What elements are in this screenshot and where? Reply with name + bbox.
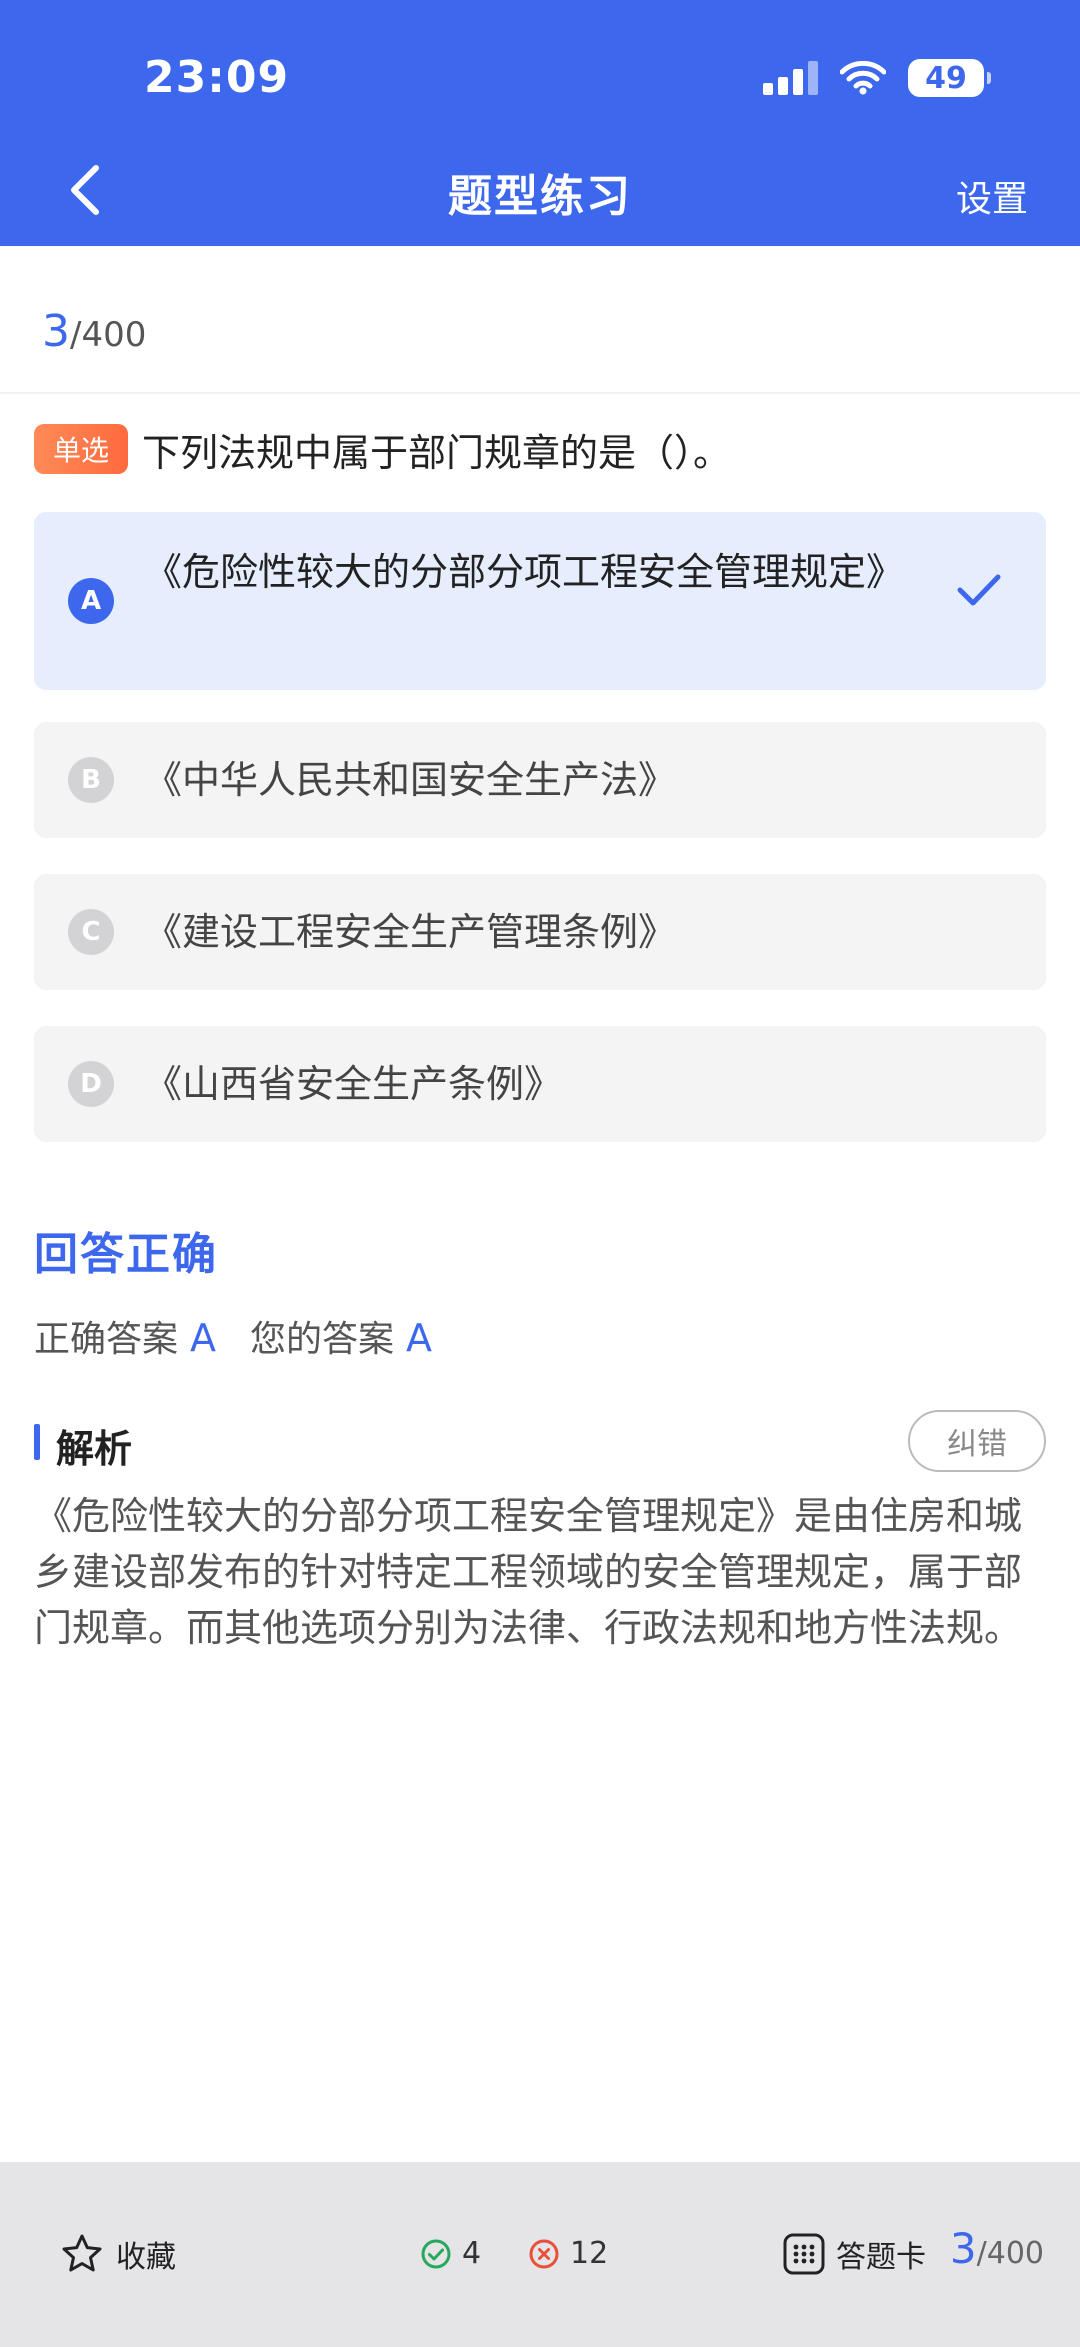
- analysis-accent-bar: [34, 1424, 40, 1460]
- page: 23:09 49 题型练习 设置 3/400 单选 下列法规中属于部门规章的是（…: [0, 0, 1080, 2347]
- option-c[interactable]: C 《建设工程安全生产管理条例》: [34, 874, 1046, 990]
- your-answer-value: A: [406, 1316, 433, 1360]
- bottom-progress-current: 3: [949, 2224, 977, 2273]
- option-text: 《建设工程安全生产管理条例》: [144, 910, 677, 954]
- bottom-progress: 3/400: [950, 2224, 1044, 2273]
- progress-total: /400: [70, 315, 147, 355]
- option-letter: D: [68, 1061, 114, 1107]
- divider: [0, 392, 1080, 394]
- battery-icon: 49: [908, 59, 991, 97]
- check-circle-icon: [421, 2239, 451, 2268]
- option-d[interactable]: D 《山西省安全生产条例》: [34, 1026, 1046, 1142]
- option-a[interactable]: A 《危险性较大的分部分项工程安全管理规定》: [34, 512, 1046, 690]
- status-time: 23:09: [144, 52, 290, 103]
- wrong-count-value: 12: [570, 2236, 609, 2271]
- question-type-badge: 单选: [34, 424, 128, 474]
- analysis-title: 解析: [56, 1427, 133, 1471]
- correct-answer-value: A: [190, 1316, 217, 1360]
- settings-button[interactable]: 设置: [956, 170, 1028, 222]
- analysis-text: 《危险性较大的分部分项工程安全管理规定》是由住房和城乡建设部发布的针对特定工程领…: [34, 1494, 1023, 1650]
- bottom-progress-total: /400: [976, 2236, 1044, 2271]
- correct-count-value: 4: [462, 2236, 482, 2271]
- option-text: 《中华人民共和国安全生产法》: [144, 758, 677, 802]
- favorite-label: 收藏: [116, 2240, 176, 2275]
- option-text: 《山西省安全生产条例》: [144, 1062, 563, 1106]
- star-icon: [62, 2234, 102, 2272]
- your-answer-label: 您的答案: [250, 1319, 395, 1360]
- wrong-count: 12: [528, 2236, 608, 2271]
- page-title: 题型练习: [448, 171, 632, 222]
- option-text: 《危险性较大的分部分项工程安全管理规定》: [144, 550, 905, 594]
- wifi-icon: [840, 61, 886, 95]
- x-circle-icon: [529, 2239, 559, 2268]
- progress-current: 3: [42, 306, 70, 357]
- question-text: 下列法规中属于部门规章的是（）。: [142, 431, 732, 475]
- correct-count: 4: [420, 2236, 481, 2271]
- signal-icon: [763, 61, 818, 95]
- favorite-button[interactable]: 收藏: [60, 2232, 176, 2276]
- grid-icon: [783, 2233, 825, 2275]
- result-title: 回答正确: [34, 1229, 218, 1280]
- header: 23:09 49 题型练习 设置: [0, 0, 1080, 246]
- option-letter: C: [68, 909, 114, 955]
- check-icon: [957, 574, 1001, 606]
- bottom-bar: 收藏 4 12 答题卡 3/400: [0, 2162, 1080, 2347]
- option-letter: A: [68, 578, 114, 624]
- answer-card-button[interactable]: 答题卡: [782, 2232, 926, 2276]
- correct-answer-label: 正确答案: [34, 1319, 179, 1360]
- question-progress: 3/400: [42, 306, 146, 357]
- option-b[interactable]: B 《中华人民共和国安全生产法》: [34, 722, 1046, 838]
- answer-card-label: 答题卡: [836, 2240, 926, 2275]
- option-letter: B: [68, 757, 114, 803]
- answer-summary: 正确答案 A 您的答案 A: [34, 1310, 432, 1362]
- report-error-button[interactable]: 纠错: [908, 1410, 1046, 1472]
- status-icons: 49: [763, 56, 991, 100]
